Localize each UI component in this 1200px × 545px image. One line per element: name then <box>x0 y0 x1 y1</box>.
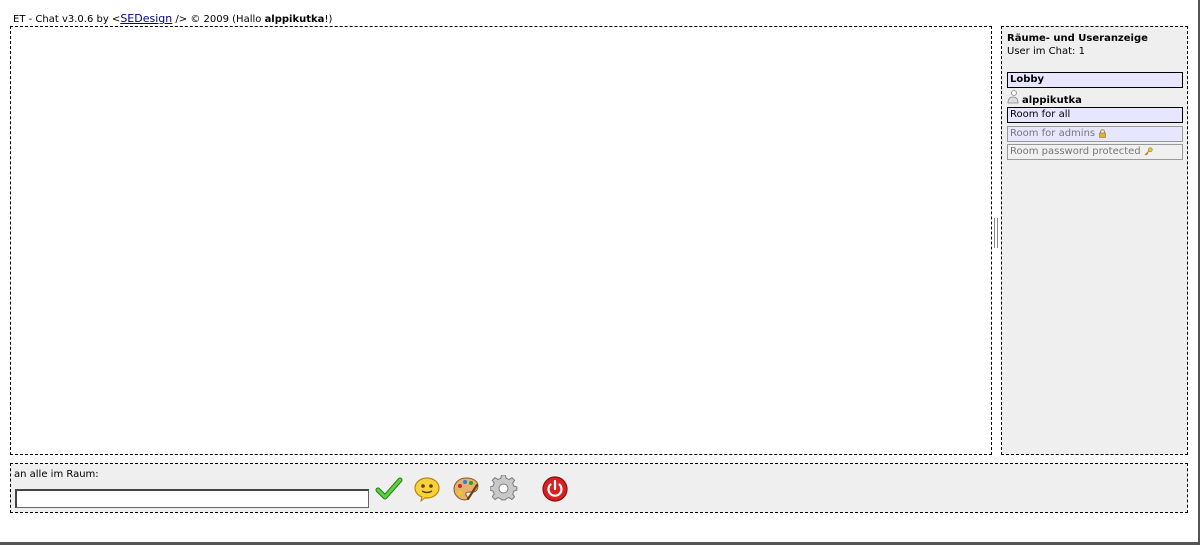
header-username: alppikutka <box>264 14 325 25</box>
send-icon[interactable] <box>375 475 403 503</box>
room-for-admins[interactable]: Room for admins <box>1007 126 1183 142</box>
smiley-icon[interactable] <box>413 475 441 503</box>
message-input-bar: an alle im Raum: <box>10 463 1188 513</box>
panel-title: Räume- und Useranzeige <box>1007 33 1148 44</box>
rooms-users-panel: Räume- und Useranzeige User im Chat: 1 L… <box>1001 26 1188 455</box>
header-suffix: /> © 2009 (Hallo <box>172 14 265 25</box>
room-lobby[interactable]: Lobby <box>1007 72 1183 88</box>
room-label: Room for all <box>1010 109 1071 120</box>
message-input[interactable] <box>15 489 369 508</box>
header-prefix: ET - Chat v3.0.6 by < <box>13 14 121 25</box>
sedesign-link[interactable]: SEDesign <box>120 12 172 25</box>
recipient-label: an alle im Raum: <box>14 469 99 480</box>
room-for-all[interactable]: Room for all <box>1007 107 1183 123</box>
room-label: Lobby <box>1010 74 1045 85</box>
room-label: Room password protected <box>1010 146 1141 157</box>
panel-resize-handle[interactable] <box>994 218 998 248</box>
user-name: alppikutka <box>1022 95 1082 106</box>
key-icon <box>1144 146 1153 156</box>
palette-icon[interactable] <box>452 475 480 503</box>
user-count: User im Chat: 1 <box>1007 46 1085 57</box>
settings-gear-icon[interactable] <box>490 475 518 503</box>
user-icon <box>1007 90 1019 104</box>
chat-message-area[interactable] <box>10 26 992 455</box>
header-end: !) <box>324 14 333 25</box>
room-label: Room for admins <box>1010 128 1096 139</box>
room-password-protected[interactable]: Room password protected <box>1007 144 1183 160</box>
chat-window: ET - Chat v3.0.6 by <SEDesign /> © 2009 … <box>0 0 1200 545</box>
lock-icon <box>1098 128 1107 138</box>
app-header: ET - Chat v3.0.6 by <SEDesign /> © 2009 … <box>13 12 332 25</box>
power-icon[interactable] <box>541 475 569 503</box>
user-list-item[interactable]: alppikutka <box>1007 90 1082 106</box>
